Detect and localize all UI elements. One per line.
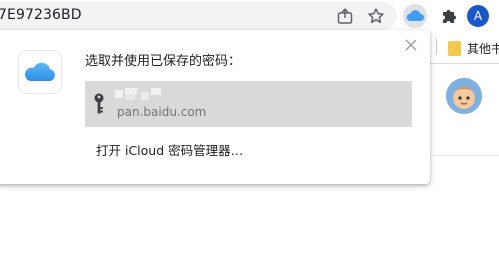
open-icloud-passwords-link[interactable]: 打开 iCloud 密码管理器…: [96, 140, 243, 159]
address-bar-url[interactable]: 7E97236BD: [0, 7, 82, 23]
profile-avatar[interactable]: A: [467, 5, 489, 27]
star-icon[interactable]: [367, 7, 385, 25]
folder-icon: [448, 40, 461, 56]
icloud-icon: [25, 62, 55, 81]
address-bar[interactable]: 7E97236BD: [0, 2, 397, 30]
user-avatar[interactable]: [446, 78, 482, 114]
icloud-logo: [18, 50, 62, 94]
extensions-button[interactable]: [437, 4, 461, 28]
popup-title: 选取并使用已保存的密码：: [85, 54, 242, 69]
browser-toolbar: 7E97236BD A: [0, 0, 499, 32]
masked-username: [115, 88, 163, 100]
key-icon: [94, 93, 104, 114]
saved-password-domain: pan.baidu.com: [117, 105, 207, 119]
icloud-extension-icon: [406, 10, 424, 21]
share-icon[interactable]: [336, 7, 354, 25]
icloud-passwords-popup: 选取并使用已保存的密码： pan.baidu.com 打开 iCloud 密码管…: [0, 30, 430, 184]
bookmark-folder-label: 其他书签: [467, 41, 499, 56]
puzzle-icon: [443, 10, 456, 23]
icloud-extension-button[interactable]: [403, 4, 427, 28]
bookmark-folder-other[interactable]: 其他书签: [448, 38, 499, 58]
bookmark-bar-divider: [436, 39, 437, 55]
saved-password-item[interactable]: pan.baidu.com: [85, 81, 412, 127]
close-icon[interactable]: [404, 38, 418, 52]
avatar-illustration: [446, 78, 482, 114]
